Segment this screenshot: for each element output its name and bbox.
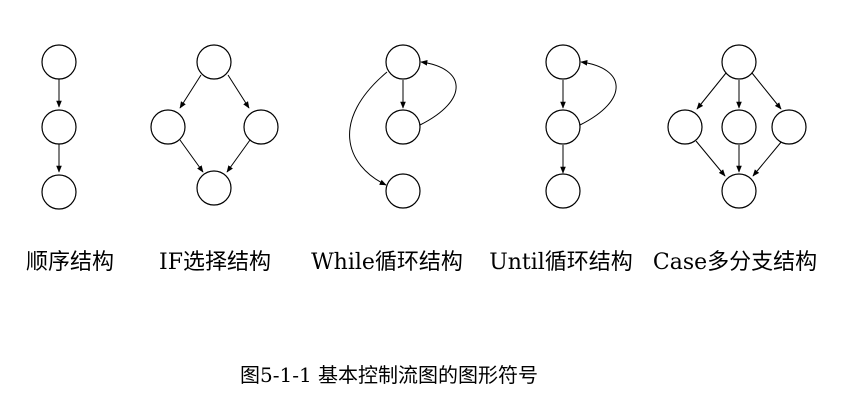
if-node-top bbox=[196, 44, 232, 80]
until-node-exit bbox=[545, 173, 581, 209]
figure-caption: 图5-1-1 基本控制流图的图形符号 bbox=[240, 363, 539, 387]
while-edge-head-exit bbox=[349, 71, 388, 186]
case-structure-graph bbox=[667, 44, 807, 209]
if-structure-label: IF选择结构 bbox=[159, 250, 271, 275]
if-node-left bbox=[150, 109, 186, 145]
case-edge-left-bottom bbox=[695, 140, 726, 177]
case-node-top bbox=[721, 44, 757, 80]
sequence-structure-graph bbox=[41, 44, 77, 210]
while-node-exit bbox=[385, 173, 421, 209]
if-edge-top-right bbox=[227, 74, 250, 109]
until-edge-test-body bbox=[579, 60, 617, 126]
until-structure-graph bbox=[545, 44, 617, 209]
case-node-mid bbox=[721, 109, 757, 145]
case-structure-label: Case多分支结构 bbox=[652, 250, 818, 275]
case-edge-right-bottom bbox=[752, 140, 783, 177]
control-flow-diagrams bbox=[41, 44, 807, 210]
case-node-left bbox=[667, 109, 703, 145]
if-edge-right-bottom bbox=[226, 139, 251, 173]
while-structure-graph bbox=[349, 44, 457, 209]
case-edge-top-right bbox=[751, 72, 782, 110]
while-node-head bbox=[385, 44, 421, 80]
sequence-structure-label: 顺序结构 bbox=[25, 250, 115, 275]
seq-node-1 bbox=[41, 44, 77, 80]
case-node-right bbox=[771, 109, 807, 145]
seq-node-3 bbox=[41, 174, 77, 210]
while-node-body bbox=[385, 109, 421, 145]
if-edge-top-left bbox=[179, 74, 202, 109]
if-node-bottom bbox=[196, 170, 232, 206]
until-structure-label: Until循环结构 bbox=[489, 250, 633, 275]
case-edge-top-left bbox=[696, 72, 727, 110]
while-edge-body-head bbox=[419, 60, 457, 126]
case-node-bottom bbox=[721, 173, 757, 209]
until-node-body bbox=[545, 44, 581, 80]
if-edge-left-bottom bbox=[179, 139, 204, 173]
if-node-right bbox=[243, 109, 279, 145]
seq-node-2 bbox=[41, 109, 77, 145]
if-structure-graph bbox=[150, 44, 279, 206]
while-structure-label: While循环结构 bbox=[311, 250, 463, 275]
until-node-test bbox=[545, 109, 581, 145]
